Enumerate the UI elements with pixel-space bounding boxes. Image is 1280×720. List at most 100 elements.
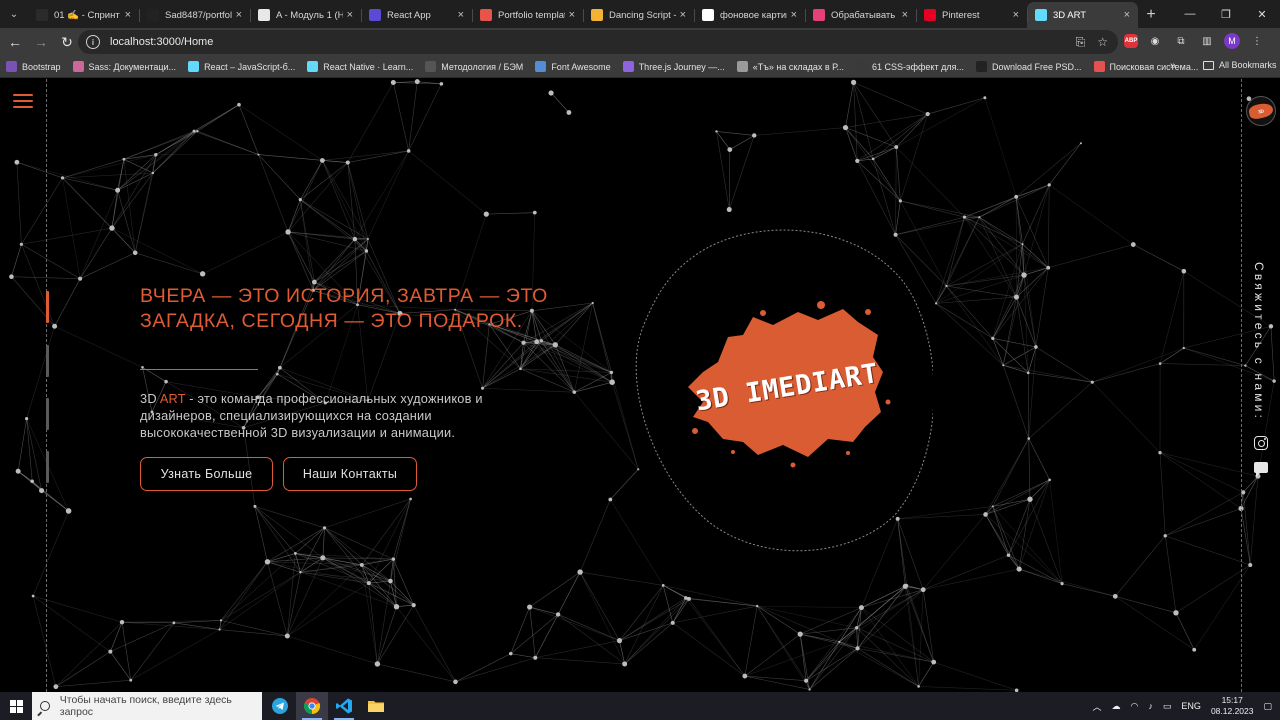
clock-date: 08.12.2023 [1210,706,1254,716]
tab-close-icon[interactable]: × [125,9,131,21]
cloud-icon[interactable]: ☁ [1112,701,1121,712]
tab-favicon-icon [369,9,381,21]
tab-close-icon[interactable]: × [347,9,353,21]
bookmark-item[interactable]: Sass: Документаци... [72,61,176,72]
right-dashed-divider [1241,79,1242,692]
corner-logo[interactable]: 3D [1246,96,1276,126]
our-contacts-button[interactable]: Наши Контакты [283,457,417,491]
tab-close-icon[interactable]: × [1124,9,1130,21]
tab-search-icon[interactable]: ⌄ [0,0,28,28]
bookmark-label: «Тъ» на складах в Р... [752,61,844,72]
slide-indicator[interactable] [46,398,49,430]
taskbar-search-placeholder: Чтобы начать поиск, введите здесь запрос [59,694,232,718]
telegram-icon[interactable] [264,692,296,720]
reload-icon[interactable]: ↻ [54,29,80,55]
clock-time: 15:17 [1221,695,1243,705]
tab-close-icon[interactable]: × [458,9,464,21]
address-bar[interactable]: i localhost:3000/Home ⎘ ☆ [78,30,1118,54]
tab-title: фоновое картинк [720,9,787,21]
chrome-icon[interactable] [296,692,328,720]
new-tab-button[interactable]: + [1138,2,1164,28]
extensions-puzzle-icon[interactable]: ⧉ [1172,32,1190,50]
corner-logo-splash-icon: 3D [1247,101,1275,121]
bookmark-item[interactable]: React – JavaScript-б... [188,61,295,72]
tab-close-icon[interactable]: × [236,9,242,21]
browser-tab[interactable]: 01 ✍️ - Спринт 0 × [28,2,139,28]
profile-avatar[interactable]: M [1224,33,1240,49]
bookmark-item[interactable]: «Тъ» на складах в Р... [736,61,844,72]
tab-close-icon[interactable]: × [569,9,575,21]
browser-tab[interactable]: Portfolio template × [472,2,583,28]
tab-list: 01 ✍️ - Спринт 0×Sad8487/portfolio×A - М… [28,2,1138,28]
tab-favicon-icon [591,9,603,21]
bookmark-favicon-icon [535,61,547,72]
brand-accent: ART [159,391,186,406]
bookmarks-overflow-icon[interactable]: » [1170,60,1176,72]
forward-icon[interactable]: → [28,29,54,55]
back-icon[interactable]: ← [2,29,28,55]
tab-strip: ⌄ 01 ✍️ - Спринт 0×Sad8487/portfolio×A -… [0,0,1280,28]
adblock-icon[interactable]: ABP [1124,34,1138,48]
tab-close-icon[interactable]: × [902,9,908,21]
tab-title: Sad8487/portfolio [165,9,232,21]
bookmark-item[interactable]: Three.js Journey —... [622,61,725,72]
clock[interactable]: 15:17 08.12.2023 [1211,695,1254,717]
file-explorer-icon[interactable] [360,692,392,720]
chat-icon[interactable] [1254,462,1268,477]
browser-tab[interactable]: Pinterest × [916,2,1027,28]
bookmarks-bar: Bootstrap Sass: Документаци... React – Jav… [0,56,1280,78]
bookmark-item[interactable]: React Native · Learn... [307,61,413,72]
browser-tab[interactable]: Dancing Script - G × [583,2,694,28]
bookmark-favicon-icon [307,61,319,72]
minimize-icon[interactable]: — [1172,0,1208,28]
bookmark-item[interactable]: Font Awesome [535,61,611,72]
browser-tab[interactable]: 3D ART × [1027,2,1138,28]
tab-title: Dancing Script - G [609,9,676,21]
slide-indicator-active[interactable] [46,291,49,323]
side-panel-icon[interactable]: ▥ [1198,32,1216,50]
bookmark-item[interactable]: 61 CSS-эффект для... [855,61,964,72]
instagram-icon[interactable] [1254,436,1268,450]
browser-tab[interactable]: Sad8487/portfolio × [139,2,250,28]
browser-tab[interactable]: React App × [361,2,472,28]
browser-tab[interactable]: A - Модуль 1 (HT × [250,2,361,28]
restore-icon[interactable]: ❐ [1208,0,1244,28]
tab-favicon-icon [1035,9,1047,21]
browser-tab[interactable]: Обрабатывать че × [805,2,916,28]
extension-cookie-icon[interactable]: ◉ [1146,32,1164,50]
description-text: - это команда профессиональных художнико… [140,391,483,440]
learn-more-button[interactable]: Узнать Больше [140,457,273,491]
tab-favicon-icon [480,9,492,21]
bookmark-item[interactable]: Download Free PSD... [975,61,1082,72]
tray-overflow-icon[interactable]: ︿ [1093,700,1102,713]
hamburger-menu-icon[interactable] [13,94,33,108]
bookmark-item[interactable]: Поисковая система... [1093,61,1198,72]
start-button[interactable] [0,692,32,720]
battery-icon[interactable]: ▭ [1163,701,1172,712]
volume-icon[interactable]: ♪ [1148,701,1153,711]
notifications-icon[interactable]: ▢ [1263,701,1272,712]
bookmark-favicon-icon [6,61,17,72]
bookmark-item[interactable]: Bootstrap [6,61,61,72]
bookmark-item[interactable]: Методология / БЭМ [425,61,523,72]
language-indicator[interactable]: ENG [1181,701,1201,711]
vscode-icon[interactable] [328,692,360,720]
browser-menu-icon[interactable]: ⋮ [1248,32,1266,50]
taskbar-search-box[interactable]: Чтобы начать поиск, введите здесь запрос [32,692,262,720]
left-dashed-divider [46,79,47,692]
all-bookmarks-button[interactable]: All Bookmarks [1203,60,1277,70]
tab-close-icon[interactable]: × [680,9,686,21]
slide-indicator[interactable] [46,345,49,377]
slide-indicator[interactable] [46,451,49,483]
wifi-icon[interactable]: ◠ [1131,701,1139,712]
bookmark-star-icon[interactable]: ☆ [1097,35,1108,50]
close-window-icon[interactable]: ✕ [1244,0,1280,28]
browser-tab[interactable]: фоновое картинк × [694,2,805,28]
tab-close-icon[interactable]: × [791,9,797,21]
tab-close-icon[interactable]: × [1013,9,1019,21]
tab-favicon-icon [36,9,48,21]
tab-title: Portfolio template [498,9,565,21]
side-contact-text: Свяжитесь с нами: [1252,262,1266,422]
translate-icon[interactable]: ⎘ [1076,35,1086,50]
site-info-icon[interactable]: i [86,35,100,49]
